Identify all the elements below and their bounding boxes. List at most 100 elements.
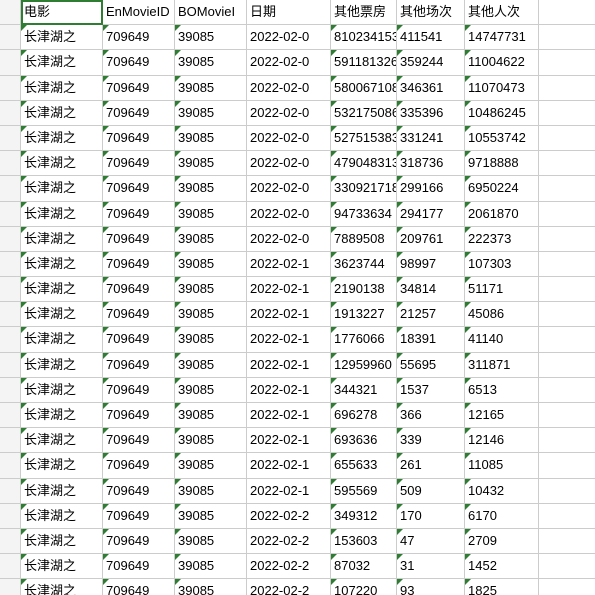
cell[interactable]: 6170 [465, 504, 539, 529]
row-number[interactable] [0, 504, 21, 529]
cell[interactable]: 2061870 [465, 202, 539, 227]
cell[interactable]: 709649 [103, 25, 175, 50]
cell[interactable]: 810234153 [331, 25, 397, 50]
cell[interactable]: 39085 [175, 302, 247, 327]
cell[interactable]: 2022-02-1 [247, 453, 331, 478]
cell[interactable]: 39085 [175, 76, 247, 101]
row-number[interactable] [0, 403, 21, 428]
row-number[interactable] [0, 277, 21, 302]
header-cell[interactable]: BOMovieI [175, 0, 247, 25]
header-cell[interactable]: 其他人次 [465, 0, 539, 25]
cell[interactable]: 709649 [103, 101, 175, 126]
row-number[interactable] [0, 327, 21, 352]
cell[interactable]: 693636 [331, 428, 397, 453]
row-number[interactable] [0, 50, 21, 75]
cell[interactable]: 709649 [103, 554, 175, 579]
cell[interactable]: 349312 [331, 504, 397, 529]
cell[interactable]: 39085 [175, 403, 247, 428]
cell[interactable] [539, 76, 595, 101]
cell[interactable]: 长津湖之 [21, 277, 103, 302]
cell[interactable]: 长津湖之 [21, 579, 103, 595]
cell[interactable]: 31 [397, 554, 465, 579]
row-number[interactable] [0, 479, 21, 504]
cell[interactable]: 39085 [175, 277, 247, 302]
cell[interactable]: 509 [397, 479, 465, 504]
cell[interactable]: 709649 [103, 202, 175, 227]
cell[interactable]: 2022-02-1 [247, 428, 331, 453]
cell[interactable]: 2190138 [331, 277, 397, 302]
cell[interactable]: 709649 [103, 151, 175, 176]
cell[interactable] [539, 554, 595, 579]
cell[interactable]: 2022-02-2 [247, 554, 331, 579]
cell[interactable]: 330921718 [331, 176, 397, 201]
cell[interactable]: 长津湖之 [21, 227, 103, 252]
cell[interactable]: 长津湖之 [21, 126, 103, 151]
cell[interactable]: 153603 [331, 529, 397, 554]
cell[interactable] [539, 202, 595, 227]
cell[interactable]: 39085 [175, 504, 247, 529]
cell[interactable]: 长津湖之 [21, 453, 103, 478]
cell[interactable]: 709649 [103, 76, 175, 101]
cell[interactable]: 长津湖之 [21, 529, 103, 554]
cell[interactable]: 6950224 [465, 176, 539, 201]
cell[interactable] [539, 126, 595, 151]
cell[interactable]: 344321 [331, 378, 397, 403]
cell[interactable]: 709649 [103, 327, 175, 352]
row-number[interactable] [0, 25, 21, 50]
cell[interactable]: 709649 [103, 252, 175, 277]
header-cell[interactable] [539, 0, 595, 25]
cell[interactable]: 12959960 [331, 353, 397, 378]
cell[interactable]: 359244 [397, 50, 465, 75]
cell[interactable]: 长津湖之 [21, 327, 103, 352]
cell[interactable]: 55695 [397, 353, 465, 378]
header-cell[interactable]: 其他票房 [331, 0, 397, 25]
cell[interactable]: 709649 [103, 277, 175, 302]
cell[interactable]: 2022-02-1 [247, 252, 331, 277]
cell[interactable] [539, 428, 595, 453]
row-number[interactable] [0, 302, 21, 327]
cell[interactable]: 11004622 [465, 50, 539, 75]
cell[interactable]: 261 [397, 453, 465, 478]
cell[interactable]: 长津湖之 [21, 554, 103, 579]
cell[interactable]: 709649 [103, 50, 175, 75]
cell[interactable]: 长津湖之 [21, 403, 103, 428]
cell[interactable]: 18391 [397, 327, 465, 352]
cell[interactable]: 93 [397, 579, 465, 595]
cell[interactable]: 45086 [465, 302, 539, 327]
cell[interactable]: 47 [397, 529, 465, 554]
cell[interactable] [539, 101, 595, 126]
cell[interactable]: 2022-02-1 [247, 353, 331, 378]
cell[interactable]: 39085 [175, 579, 247, 595]
row-number[interactable] [0, 579, 21, 595]
cell[interactable]: 2709 [465, 529, 539, 554]
cell[interactable]: 长津湖之 [21, 302, 103, 327]
cell[interactable]: 366 [397, 403, 465, 428]
row-number[interactable] [0, 453, 21, 478]
row-number[interactable] [0, 529, 21, 554]
cell[interactable]: 532175086 [331, 101, 397, 126]
cell[interactable]: 41140 [465, 327, 539, 352]
cell[interactable]: 709649 [103, 378, 175, 403]
cell[interactable]: 1537 [397, 378, 465, 403]
cell[interactable]: 39085 [175, 327, 247, 352]
cell[interactable]: 2022-02-1 [247, 327, 331, 352]
cell[interactable]: 709649 [103, 428, 175, 453]
cell[interactable] [539, 403, 595, 428]
cell[interactable]: 2022-02-1 [247, 378, 331, 403]
cell[interactable]: 335396 [397, 101, 465, 126]
cell[interactable]: 709649 [103, 529, 175, 554]
cell[interactable]: 87032 [331, 554, 397, 579]
cell[interactable]: 长津湖之 [21, 176, 103, 201]
cell[interactable]: 479048313 [331, 151, 397, 176]
cell[interactable] [539, 302, 595, 327]
row-number[interactable] [0, 353, 21, 378]
cell[interactable] [539, 50, 595, 75]
cell[interactable]: 2022-02-1 [247, 479, 331, 504]
cell[interactable]: 39085 [175, 101, 247, 126]
cell[interactable]: 346361 [397, 76, 465, 101]
cell[interactable]: 1825 [465, 579, 539, 595]
cell[interactable]: 长津湖之 [21, 25, 103, 50]
cell[interactable]: 318736 [397, 151, 465, 176]
cell[interactable]: 709649 [103, 403, 175, 428]
cell[interactable]: 7889508 [331, 227, 397, 252]
